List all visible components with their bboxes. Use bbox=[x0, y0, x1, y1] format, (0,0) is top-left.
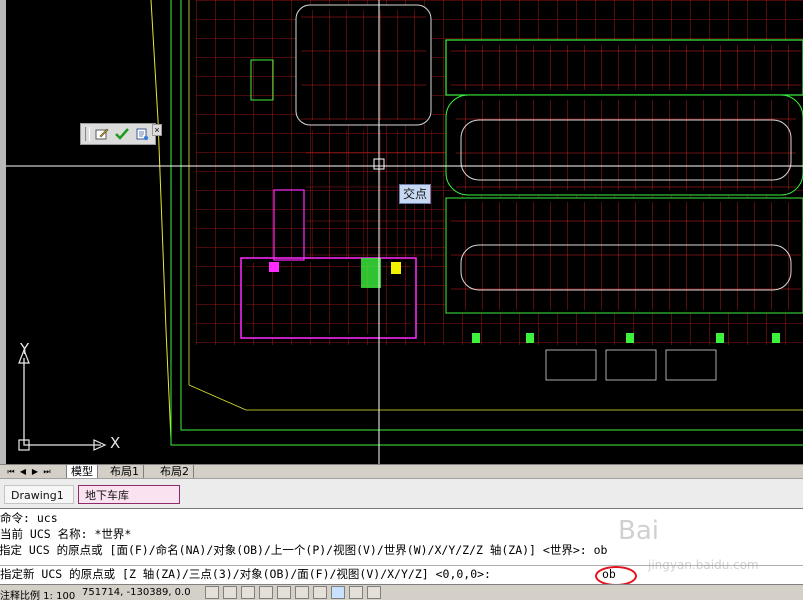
lineweight-toggle-icon[interactable] bbox=[349, 586, 363, 599]
otrack-toggle-icon[interactable] bbox=[295, 586, 309, 599]
command-input-line[interactable]: 指定新 UCS 的原点或 [Z 轴(ZA)/三点(3)/对象(OB)/面(F)/… bbox=[0, 565, 803, 584]
status-bar: 注释比例 1: 100 751714, -130389, 0.0 bbox=[0, 584, 803, 600]
command-history-line: 命令: ucs bbox=[0, 511, 58, 525]
command-prompt: 指定新 UCS 的原点或 [Z 轴(ZA)/三点(3)/对象(OB)/面(F)/… bbox=[0, 567, 491, 581]
doc-tab-active[interactable]: 地下车库0406_t5 bbox=[78, 485, 180, 521]
next-tab-arrow-icon[interactable]: ▶ bbox=[30, 466, 40, 477]
ucs-toggle-icon[interactable] bbox=[313, 586, 327, 599]
prev-tab-arrow-icon[interactable]: ◀ bbox=[18, 466, 28, 477]
toolbar-close-button[interactable]: × bbox=[152, 124, 162, 136]
osnap-toggle-icon[interactable] bbox=[277, 586, 291, 599]
edit-icon[interactable] bbox=[94, 126, 110, 142]
qp-toggle-icon[interactable] bbox=[367, 586, 381, 599]
tab-layout-2[interactable]: 布局2 bbox=[156, 465, 194, 478]
last-tab-arrow-icon[interactable]: ⏭ bbox=[42, 466, 52, 477]
dyn-toggle-icon[interactable] bbox=[331, 586, 345, 599]
annotation-scale[interactable]: 注释比例 1: 100 bbox=[0, 587, 75, 600]
cursor-coordinates: 751714, -130389, 0.0 bbox=[82, 587, 191, 598]
tab-layout-1[interactable]: 布局1 bbox=[106, 465, 144, 478]
drawing-canvas[interactable]: Y X 交点 bbox=[6, 0, 803, 464]
tab-model[interactable]: 模型 bbox=[66, 465, 98, 479]
properties-icon[interactable] bbox=[134, 126, 150, 142]
ucs-x-label: X bbox=[110, 434, 121, 452]
snap-tooltip: 交点 bbox=[399, 184, 432, 204]
layout-tab-bar: ⏮ ◀ ▶ ⏭ 模型 布局1 布局2 bbox=[0, 464, 803, 479]
cad-drawing bbox=[6, 0, 803, 464]
doc-tab-drawing1[interactable]: Drawing1 bbox=[4, 485, 74, 504]
autocad-window: Y X 交点 × ⏮ ◀ ▶ ⏭ 模型 布局1 布局2 Drawing1 地下车… bbox=[0, 0, 803, 600]
ucs-y-label: Y bbox=[20, 340, 30, 358]
grid-toggle-icon[interactable] bbox=[223, 586, 237, 599]
command-history-line: 当前 UCS 名称: *世界* bbox=[0, 527, 132, 541]
command-history-line: 指定 UCS 的原点或 [面(F)/命名(NA)/对象(OB)/上一个(P)/视… bbox=[0, 543, 608, 557]
highlight-circle bbox=[595, 566, 637, 585]
ortho-toggle-icon[interactable] bbox=[241, 586, 255, 599]
toolbar-grip[interactable] bbox=[85, 127, 90, 141]
document-tab-bar: Drawing1 地下车库0406_t5 bbox=[0, 478, 803, 521]
floating-toolbar[interactable]: × bbox=[80, 123, 162, 145]
first-tab-arrow-icon[interactable]: ⏮ bbox=[6, 466, 16, 477]
checkmark-icon[interactable] bbox=[114, 126, 130, 142]
command-window[interactable]: 命令: ucs 当前 UCS 名称: *世界* 指定 UCS 的原点或 [面(F… bbox=[0, 508, 803, 585]
snap-toggle-icon[interactable] bbox=[205, 586, 219, 599]
polar-toggle-icon[interactable] bbox=[259, 586, 273, 599]
